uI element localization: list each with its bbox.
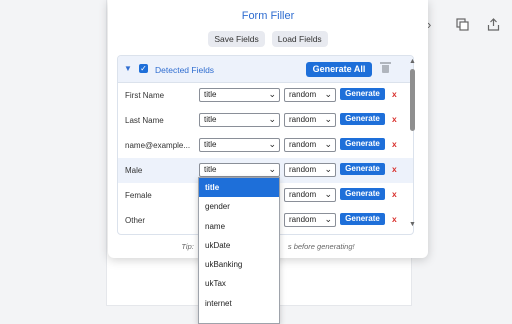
remove-field-button[interactable]: x [392, 139, 397, 149]
chevron-down-icon: ⌄ [324, 139, 332, 149]
field-row: name@example... title ⌄ random ⌄ Generate … [118, 133, 413, 158]
dropdown-option[interactable]: name [199, 217, 279, 236]
field-label: Female [125, 191, 152, 200]
generate-button[interactable]: Generate [340, 163, 385, 175]
field-type-select[interactable]: title⌄ [199, 138, 280, 152]
chevron-down-icon: ⌄ [268, 139, 276, 149]
chevron-down-icon: ⌄ [324, 164, 332, 174]
dropdown-option[interactable]: gender [199, 197, 279, 216]
generate-button[interactable]: Generate [340, 138, 385, 150]
scroll-down-icon[interactable]: ▼ [409, 221, 416, 228]
trash-icon[interactable] [380, 62, 391, 73]
collapse-triangle-icon[interactable]: ▼ [124, 64, 132, 73]
chevron-down-icon: ⌄ [268, 114, 276, 124]
chevron-down-icon: ⌄ [268, 89, 276, 99]
dropdown-option[interactable]: ukBanking [199, 255, 279, 274]
remove-field-button[interactable]: x [392, 114, 397, 124]
dropdown-option[interactable]: title [199, 178, 279, 198]
field-type-select[interactable]: title⌄ [199, 88, 280, 102]
dropdown-option[interactable]: ukDate [199, 236, 279, 255]
generate-all-button[interactable]: Generate All [306, 62, 372, 77]
generate-button[interactable]: Generate [340, 113, 385, 125]
load-fields-button[interactable]: Load Fields [271, 31, 328, 47]
field-row: Last Name title ⌄ random ⌄ Generate x [118, 108, 413, 133]
generate-button[interactable]: Generate [340, 188, 385, 200]
field-type-select[interactable]: title⌄ [199, 163, 280, 177]
scrollbar-thumb[interactable] [410, 69, 415, 131]
remove-field-button[interactable]: x [392, 89, 397, 99]
copy-icon[interactable] [456, 18, 469, 33]
field-mode-select[interactable]: random ⌄ [284, 188, 336, 202]
toolbar: Save Fields Load Fields [108, 31, 428, 47]
field-label: Last Name [125, 116, 164, 125]
chevron-down-icon: ⌄ [324, 89, 332, 99]
field-mode-select[interactable]: random ⌄ [284, 88, 336, 102]
popup-title: Form Filler [241, 10, 295, 22]
dropdown-option[interactable]: internet [199, 294, 279, 313]
generate-button[interactable]: Generate [340, 213, 385, 225]
field-label: name@example... [125, 141, 191, 150]
field-mode-select[interactable]: random ⌄ [284, 163, 336, 177]
field-type-dropdown-list[interactable]: title gender name ukDate ukBanking ukTax… [198, 177, 280, 324]
dropdown-option[interactable]: ukTax [199, 274, 279, 293]
field-row: First Name title ⌄ random ⌄ Generate x [118, 83, 413, 108]
scroll-up-icon[interactable]: ▲ [409, 58, 416, 65]
field-mode-select[interactable]: random ⌄ [284, 213, 336, 227]
chevron-down-icon: ⌄ [324, 114, 332, 124]
generate-button[interactable]: Generate [340, 88, 385, 100]
section-label: Detected Fields [155, 65, 215, 75]
field-mode-select[interactable]: random ⌄ [284, 113, 336, 127]
panel-header: ▼ ✓ Detected Fields Generate All [118, 56, 413, 83]
field-mode-select[interactable]: random ⌄ [284, 138, 336, 152]
field-label: Other [125, 216, 146, 225]
chevron-down-icon: ⌄ [324, 214, 332, 224]
field-type-select[interactable]: title⌄ [199, 113, 280, 127]
remove-field-button[interactable]: x [392, 189, 397, 199]
panel-scrollbar[interactable]: ▲ ▼ [409, 57, 416, 231]
remove-field-button[interactable]: x [392, 164, 397, 174]
save-fields-button[interactable]: Save Fields [208, 31, 265, 47]
chevron-down-icon: ⌄ [268, 164, 276, 174]
checkbox-checked-icon[interactable]: ✓ [139, 64, 148, 73]
remove-field-button[interactable]: x [392, 214, 397, 224]
field-label: First Name [125, 91, 165, 100]
share-icon[interactable] [487, 18, 500, 33]
chevron-down-icon: ⌄ [324, 189, 332, 199]
field-label: Male [125, 166, 143, 175]
